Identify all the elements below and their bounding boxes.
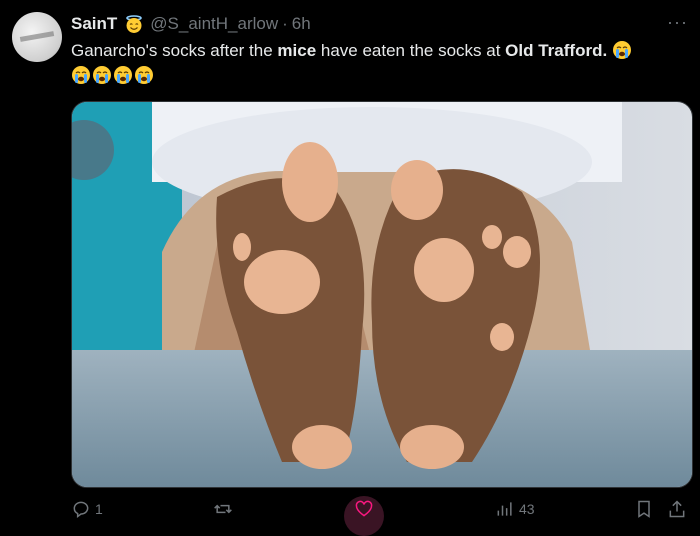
smiling-halo-emoji-icon xyxy=(124,14,144,34)
tweet-header: SainT @S_aintH_arlow · 6h xyxy=(71,12,686,36)
retweet-icon xyxy=(214,504,232,514)
avatar[interactable] xyxy=(12,12,62,62)
more-icon[interactable]: ··· xyxy=(667,12,688,33)
timestamp[interactable]: 6h xyxy=(292,14,311,34)
bookmark-button[interactable] xyxy=(634,494,654,524)
tweet-photo[interactable] xyxy=(71,101,693,488)
tweet-text-part: Ganarcho's socks after the xyxy=(71,41,278,60)
reply-icon xyxy=(73,501,89,518)
separator-dot: · xyxy=(282,14,288,33)
bookmark-icon xyxy=(638,500,650,518)
crying-face-emoji-icon xyxy=(71,65,91,85)
tweet-text-bold-mice: mice xyxy=(277,41,317,60)
display-name[interactable]: SainT xyxy=(71,14,117,34)
retweet-button[interactable] xyxy=(213,494,233,524)
crying-face-emoji-icon xyxy=(113,65,133,85)
action-bar: 1 43 xyxy=(71,494,687,536)
reply-count: 1 xyxy=(95,501,103,517)
share-button[interactable] xyxy=(667,494,687,524)
crying-face-emoji-icon xyxy=(92,65,112,85)
like-button[interactable] xyxy=(354,494,374,524)
crying-face-emoji-icon xyxy=(134,65,154,85)
views-button[interactable]: 43 xyxy=(495,494,535,524)
views-icon xyxy=(497,502,512,516)
tweet-text: Ganarcho's socks after the mice have eat… xyxy=(71,38,681,88)
tweet-text-bold-old-trafford: Old Trafford. xyxy=(505,41,608,60)
reply-button[interactable]: 1 xyxy=(71,494,103,524)
tweet-text-part: have eaten the socks at xyxy=(316,41,506,60)
views-count: 43 xyxy=(519,501,535,517)
user-handle[interactable]: @S_aintH_arlow xyxy=(150,14,278,34)
crying-face-emoji-icon xyxy=(612,40,632,60)
photo-socks-image xyxy=(72,102,692,487)
share-icon xyxy=(669,500,685,518)
heart-icon xyxy=(355,500,373,517)
